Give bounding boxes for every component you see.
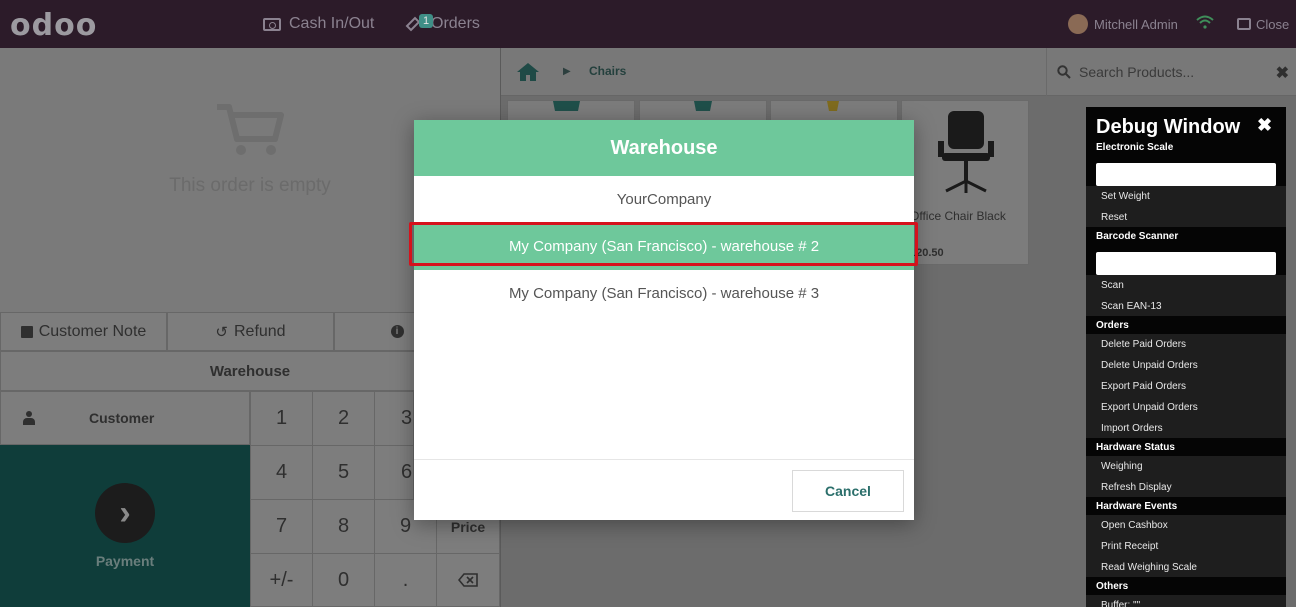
- breadcrumb-chairs[interactable]: Chairs: [589, 64, 626, 78]
- numpad-key-8[interactable]: 8: [312, 499, 375, 554]
- payment-button[interactable]: › Payment: [0, 445, 250, 607]
- section-barcode-scanner: Barcode Scanner: [1086, 227, 1286, 246]
- backspace-icon: [458, 573, 478, 587]
- numpad-key-0[interactable]: 0: [312, 553, 375, 607]
- warehouse-dialog: Warehouse YourCompany My Company (San Fr…: [414, 120, 914, 520]
- buffer-value: Buffer: "": [1086, 595, 1286, 607]
- open-cashbox-event[interactable]: Open Cashbox: [1086, 515, 1286, 536]
- cancel-button[interactable]: Cancel: [792, 470, 904, 512]
- print-receipt-event[interactable]: Print Receipt: [1086, 536, 1286, 557]
- debug-window: Debug Window ✖ Electronic Scale Set Weig…: [1086, 107, 1286, 607]
- payment-label: Payment: [95, 553, 155, 569]
- dialog-footer: Cancel: [414, 459, 914, 520]
- numpad-key-2[interactable]: 2: [312, 391, 375, 446]
- numpad-key-3[interactable]: 3: [374, 391, 414, 446]
- section-others: Others: [1086, 577, 1286, 596]
- user-icon: [23, 411, 35, 425]
- shopping-cart-icon: [217, 104, 284, 155]
- sign-out-icon: [1237, 18, 1251, 30]
- odoo-logo: odoo: [10, 8, 98, 43]
- close-label: Close: [1256, 16, 1290, 32]
- barcode-input[interactable]: [1096, 252, 1276, 275]
- scan-ean13-button[interactable]: Scan EAN-13: [1086, 296, 1286, 317]
- warehouse-option-warehouse-3[interactable]: My Company (San Francisco) - warehouse #…: [414, 270, 914, 317]
- info-icon: i: [390, 325, 404, 338]
- customer-note-label: Customer Note: [38, 322, 147, 340]
- customer-label: Customer: [89, 410, 155, 426]
- orders-count-badge: 1: [419, 14, 434, 28]
- undo-icon: ↺: [215, 323, 228, 341]
- ticket-icon: 1: [405, 14, 434, 32]
- orders-label: Orders: [431, 15, 480, 32]
- avatar: [1068, 14, 1088, 34]
- search-input[interactable]: [1079, 64, 1249, 80]
- dialog-title: Warehouse: [414, 120, 914, 176]
- reset-weight-button[interactable]: Reset: [1086, 207, 1286, 228]
- weighing-status[interactable]: Weighing: [1086, 456, 1286, 477]
- office-chair-image: [938, 111, 994, 193]
- orders-button[interactable]: 1 Orders: [405, 12, 480, 36]
- clear-search-icon[interactable]: ✖: [1276, 63, 1289, 83]
- refresh-display-button[interactable]: Refresh Display: [1086, 477, 1286, 498]
- weight-input[interactable]: [1096, 163, 1276, 186]
- numpad-backspace[interactable]: [436, 553, 500, 607]
- set-weight-button[interactable]: Set Weight: [1086, 186, 1286, 207]
- close-session-button[interactable]: Close: [1237, 12, 1289, 36]
- export-unpaid-orders-button[interactable]: Export Unpaid Orders: [1086, 397, 1286, 418]
- section-orders: Orders: [1086, 316, 1286, 335]
- customer-note-button[interactable]: Customer Note: [0, 312, 167, 351]
- numpad-key-plus-minus[interactable]: +/-: [250, 553, 313, 607]
- cash-icon: [263, 17, 281, 31]
- numpad-key-6[interactable]: 6: [374, 445, 414, 500]
- import-orders-button[interactable]: Import Orders: [1086, 418, 1286, 439]
- product-search: ✖: [1046, 48, 1296, 96]
- product-price: 120.50: [910, 247, 944, 259]
- numpad-key-7[interactable]: 7: [250, 499, 313, 554]
- refund-label: Refund: [233, 322, 286, 340]
- debug-window-title: Debug Window: [1096, 116, 1241, 138]
- read-weighing-scale-event[interactable]: Read Weighing Scale: [1086, 557, 1286, 578]
- user-name: Mitchell Admin: [1094, 16, 1178, 32]
- section-hardware-status: Hardware Status: [1086, 438, 1286, 457]
- delete-paid-orders-button[interactable]: Delete Paid Orders: [1086, 334, 1286, 355]
- numpad-key-decimal[interactable]: .: [374, 553, 437, 607]
- customer-button[interactable]: Customer: [0, 391, 250, 445]
- wifi-icon: [1196, 15, 1214, 29]
- cash-in-out-label: Cash In/Out: [289, 15, 375, 32]
- home-icon[interactable]: [516, 62, 540, 82]
- numpad-key-1[interactable]: 1: [250, 391, 313, 446]
- products-header: ▶ Chairs ✖: [501, 48, 1296, 96]
- section-electronic-scale: Electronic Scale: [1086, 138, 1286, 157]
- close-icon[interactable]: ✖: [1257, 115, 1272, 136]
- user-menu[interactable]: Mitchell Admin: [1068, 12, 1178, 36]
- warehouse-option-warehouse-2[interactable]: My Company (San Francisco) - warehouse #…: [414, 223, 914, 270]
- product-name: Office Chair Black: [910, 209, 1006, 223]
- delete-unpaid-orders-button[interactable]: Delete Unpaid Orders: [1086, 355, 1286, 376]
- numpad-key-5[interactable]: 5: [312, 445, 375, 500]
- refund-button[interactable]: ↺ Refund: [167, 312, 334, 351]
- chevron-right-icon: ›: [95, 483, 155, 543]
- breadcrumb-separator-icon: ▶: [563, 66, 571, 77]
- warehouse-option-yourcompany[interactable]: YourCompany: [414, 176, 914, 223]
- section-hardware-events: Hardware Events: [1086, 497, 1286, 516]
- search-icon: [1057, 65, 1071, 79]
- export-paid-orders-button[interactable]: Export Paid Orders: [1086, 376, 1286, 397]
- product-card-office-chair-black[interactable]: Office Chair Black 120.50: [901, 100, 1029, 265]
- numpad-key-4[interactable]: 4: [250, 445, 313, 500]
- scan-button[interactable]: Scan: [1086, 275, 1286, 296]
- cash-in-out-button[interactable]: Cash In/Out: [263, 12, 374, 36]
- top-bar: odoo Cash In/Out 1 Orders Mitchell Admin…: [0, 0, 1296, 48]
- note-icon: [20, 325, 33, 338]
